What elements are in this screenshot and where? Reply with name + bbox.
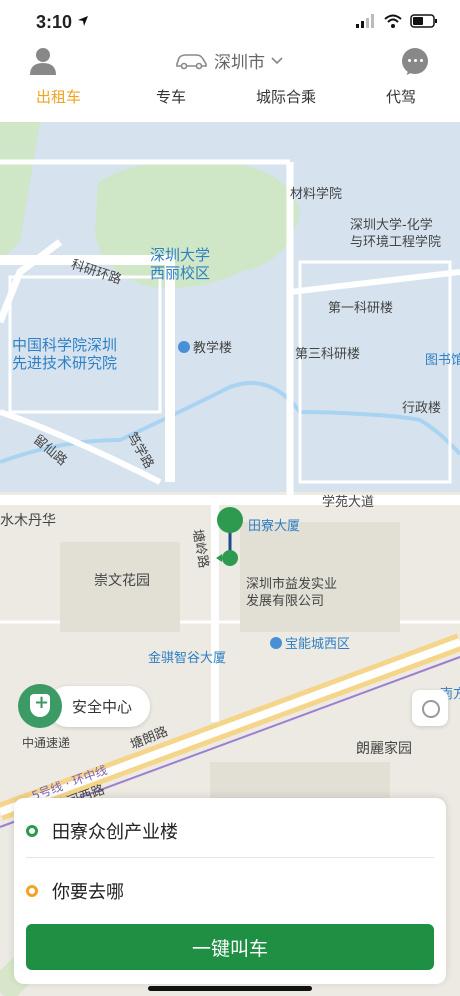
origin-row[interactable]: 田寮众创产业楼 (26, 818, 178, 844)
destination-dot-icon (26, 885, 38, 897)
locate-me-button[interactable] (412, 690, 448, 726)
shield-icon (18, 684, 62, 728)
tab-taxi[interactable]: 出租车 (36, 86, 81, 107)
safety-center-button[interactable]: 安全中心 (18, 684, 151, 728)
city-name: 深圳市 (214, 53, 265, 73)
destination-row[interactable]: 你要去哪 (26, 878, 124, 904)
map-label: 西丽校区 (150, 264, 211, 282)
map-label: 深圳市益发实业 (246, 577, 338, 592)
pickup-location-marker[interactable] (210, 506, 250, 570)
map-label: 与环境工程学院 (350, 235, 442, 250)
destination-placeholder: 你要去哪 (52, 882, 124, 903)
map-label: 中国科学院深圳 (12, 336, 118, 354)
map-label: 田寮大厦 (248, 519, 301, 534)
location-arrow-icon (78, 16, 89, 26)
battery-icon (410, 14, 437, 28)
status-time-text: 3:10 (36, 12, 73, 32)
origin-dot-icon (26, 825, 38, 837)
safety-center-label: 安全中心 (48, 685, 151, 727)
map-label: 教学楼 (178, 340, 232, 358)
map-label: 崇文花园 (94, 573, 150, 589)
message-button[interactable] (402, 48, 428, 74)
status-time: 3:10 (36, 12, 89, 33)
divider (26, 857, 434, 858)
profile-avatar-button[interactable] (28, 46, 58, 76)
car-icon (176, 53, 207, 69)
tab-premium-car[interactable]: 专车 (156, 86, 186, 107)
map-label: 朗麗家园 (356, 741, 412, 757)
map-label: 材料学院 (290, 187, 343, 202)
map-label: 第三科研楼 (295, 347, 361, 362)
status-bar: 3:10 (0, 0, 460, 44)
service-tabs: 出租车 专车 城际合乘 代驾 (0, 86, 460, 122)
map-label: 图书馆 (425, 353, 460, 368)
status-indicators (356, 14, 438, 28)
city-picker[interactable]: 深圳市 (174, 48, 283, 73)
map-label: 宝能城西区 (270, 636, 350, 654)
wifi-icon (384, 14, 402, 28)
chat-bubble-icon (408, 59, 423, 62)
map-label: 第一科研楼 (328, 301, 394, 316)
poi-icon (178, 341, 190, 353)
map-label: 学苑大道 (322, 495, 375, 510)
route-card: 田寮众创产业楼 你要去哪 一键叫车 (14, 798, 446, 984)
top-nav: 深圳市 (0, 44, 460, 80)
home-indicator (148, 986, 312, 991)
map-label: 中通速递 (22, 736, 71, 750)
map-label-text: 教学楼 (193, 341, 233, 356)
map-label: 发展有限公司 (246, 594, 325, 609)
origin-text: 田寮众创产业楼 (52, 822, 178, 843)
map-label: 深圳大学-化学 (350, 218, 433, 233)
tab-designated-driver[interactable]: 代驾 (386, 86, 416, 107)
chevron-down-icon (271, 56, 283, 64)
poi-icon (270, 637, 282, 649)
map-label: 金骐智谷大厦 (148, 651, 227, 666)
cellular-signal-icon (356, 14, 374, 28)
map-label: 先进技术研究院 (12, 354, 118, 372)
tab-intercity-carpool[interactable]: 城际合乘 (256, 86, 316, 107)
map-label: 深圳大学 (150, 246, 211, 264)
map-label: 水木丹华 (0, 513, 56, 529)
user-icon (30, 48, 56, 75)
map-label-text: 宝能城西区 (285, 637, 351, 652)
call-car-button[interactable]: 一键叫车 (26, 924, 434, 970)
map-label: 行政楼 (402, 401, 442, 416)
